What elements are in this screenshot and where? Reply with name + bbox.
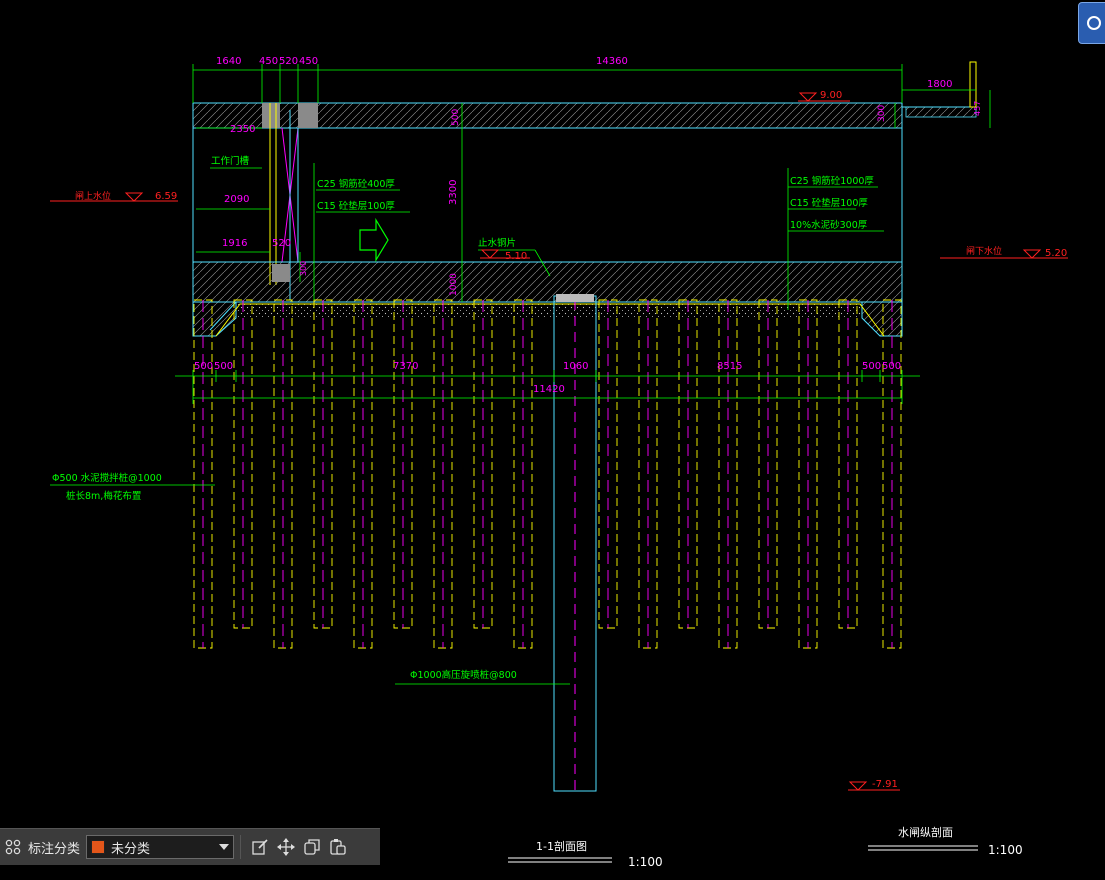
title-section-scale: 1:100	[628, 855, 663, 869]
title-longitudinal-scale: 1:100	[988, 843, 1023, 857]
dim-520: 520	[279, 56, 298, 67]
label-gate-slot: 工作门槽	[211, 155, 250, 167]
label-downstream: 闸下水位	[966, 245, 1002, 257]
label-pile-b: 桩长8m,梅花布置	[66, 490, 141, 502]
edit-icon	[252, 839, 268, 855]
category-color-swatch	[91, 840, 106, 854]
level-upstream: 6.59	[155, 191, 177, 202]
dim-2090: 2090	[224, 194, 249, 205]
copy-icon	[304, 839, 320, 855]
label-stopwater: 止水铜片	[478, 237, 516, 249]
label-right-cushion: C15 砼垫层100厚	[790, 197, 868, 209]
cad-drawing: 1640 450 520 450 14360 1800 457 2350 209…	[50, 56, 1068, 869]
right-post	[969, 61, 977, 108]
dim-11420: 11420	[533, 384, 565, 395]
label-right-sand: 10%水泥砂300厚	[790, 219, 868, 231]
category-label: 标注分类	[28, 840, 81, 856]
dim-8515: 8515	[717, 361, 742, 372]
dim-b500d: 500	[882, 361, 901, 372]
annotation-toolbar: 标注分类 未分类	[0, 828, 380, 865]
label-upstream: 闸上水位	[75, 190, 111, 202]
drawing-titles: 1-1剖面图 1:100 水闸纵剖面 1:100	[508, 825, 1023, 869]
category-value: 未分类	[111, 840, 151, 856]
dim-300-base: 300	[299, 261, 308, 276]
mixing-piles	[193, 299, 902, 649]
toolbar-divider	[240, 835, 242, 859]
level-stopwater: 5.10	[505, 251, 527, 262]
dim-520-lower: 520	[272, 238, 291, 249]
annotation-texts: 工作门槽 止水铜片 C25 钢筋砼400厚 C15 砼垫层100厚 C25 钢筋…	[52, 155, 874, 681]
level-top: 9.00	[820, 90, 842, 101]
grid-icon[interactable]	[0, 834, 26, 860]
water-levels	[50, 92, 1068, 791]
paste-icon	[330, 839, 346, 855]
paste-button[interactable]	[325, 834, 351, 860]
dim-450a: 450	[259, 56, 278, 67]
category-select[interactable]: 未分类	[86, 835, 235, 859]
dim-b500c: 500	[862, 361, 881, 372]
copy-button[interactable]	[299, 834, 325, 860]
level-downstream: 5.20	[1045, 248, 1067, 259]
dim-1640: 1640	[216, 56, 241, 67]
grid-svg	[5, 839, 21, 855]
dim-3300: 3300	[448, 180, 459, 205]
dim-b500b: 500	[214, 361, 233, 372]
dim-500: 500	[451, 109, 461, 126]
title-longitudinal: 水闸纵剖面	[898, 825, 953, 839]
dim-7370: 7370	[393, 361, 418, 372]
flow-arrow-icon	[359, 217, 389, 263]
dim-2350: 2350	[230, 124, 255, 135]
search-button[interactable]	[1078, 2, 1105, 44]
chevron-down-icon	[219, 844, 230, 850]
search-icon	[1087, 16, 1101, 30]
title-section: 1-1剖面图	[536, 839, 587, 853]
move-icon	[277, 838, 296, 856]
edit-button[interactable]	[247, 834, 273, 860]
dim-450b: 450	[299, 56, 318, 67]
top-slab	[192, 102, 977, 129]
label-center-pile: Φ1000高压旋喷桩@800	[410, 669, 517, 681]
label-left-cushion: C15 砼垫层100厚	[317, 200, 395, 212]
move-button[interactable]	[273, 834, 299, 860]
dim-b500a: 500	[194, 361, 213, 372]
dim-1800: 1800	[927, 79, 952, 90]
dim-300-right: 300	[877, 105, 887, 122]
label-right-concrete: C25 钢筋砼1000厚	[790, 175, 874, 187]
dim-14360: 14360	[596, 56, 628, 67]
label-pile-a: Φ500 水泥搅拌桩@1000	[52, 472, 162, 484]
dim-1916: 1916	[222, 238, 247, 249]
dim-457: 457	[973, 101, 982, 116]
dim-1060: 1060	[563, 361, 588, 372]
dim-1000: 1000	[449, 273, 459, 296]
label-left-concrete: C25 钢筋砼400厚	[317, 178, 395, 190]
level-bottom: -7.91	[872, 779, 898, 790]
